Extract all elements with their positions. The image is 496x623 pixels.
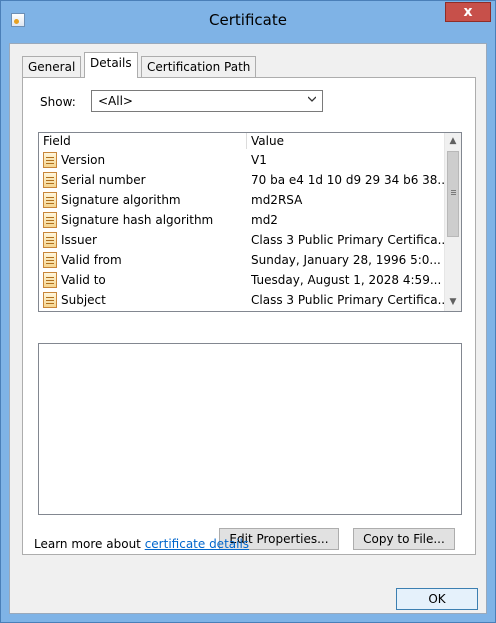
field-detail-textbox[interactable]: [38, 343, 462, 515]
field-name: Valid to: [61, 273, 106, 287]
field-document-icon: [43, 232, 57, 248]
scroll-thumb[interactable]: [447, 151, 459, 237]
field-value: Sunday, January 28, 1996 5:0...: [251, 253, 441, 267]
field-document-icon: [43, 272, 57, 288]
field-value: Class 3 Public Primary Certifica...: [251, 293, 445, 307]
column-header-value[interactable]: Value: [251, 134, 441, 149]
field-document-icon: [43, 172, 57, 188]
dialog-client-area: General Details Certification Path Show:…: [9, 43, 487, 614]
show-label: Show:: [40, 95, 76, 109]
field-value: md2RSA: [251, 193, 303, 207]
field-document-icon: [43, 152, 57, 168]
certificate-window: Certificate x General Details Certificat…: [0, 0, 496, 623]
chevron-down-icon: [308, 96, 316, 102]
field-document-icon: [43, 212, 57, 228]
field-value: Tuesday, August 1, 2028 4:59...: [251, 273, 442, 287]
field-name: Issuer: [61, 233, 97, 247]
field-document-icon: [43, 192, 57, 208]
field-document-icon: [43, 252, 57, 268]
field-value: Class 3 Public Primary Certifica...: [251, 233, 445, 247]
list-item[interactable]: Valid from Sunday, January 28, 1996 5:0.…: [39, 250, 446, 270]
list-item[interactable]: Serial number 70 ba e4 1d 10 d9 29 34 b6…: [39, 170, 446, 190]
certificate-details-link[interactable]: certificate details: [145, 537, 249, 551]
field-document-icon: [43, 292, 57, 308]
list-item[interactable]: Signature hash algorithm md2: [39, 210, 446, 230]
vertical-scrollbar[interactable]: ▲ ▼: [444, 133, 461, 311]
list-header: Field Value: [39, 133, 446, 149]
tab-general[interactable]: General: [22, 56, 82, 77]
field-name: Valid from: [61, 253, 122, 267]
details-panel: Show: <All> Field Value Version V1 Seria…: [22, 77, 476, 555]
column-header-field[interactable]: Field: [43, 134, 243, 149]
learn-more-prefix: Learn more about: [34, 537, 145, 551]
scroll-down-icon[interactable]: ▼: [445, 294, 461, 311]
field-name: Version: [61, 153, 106, 167]
fields-listview[interactable]: Field Value Version V1 Serial number 70 …: [38, 132, 462, 312]
title-bar[interactable]: Certificate x: [1, 1, 495, 43]
grip-icon: [451, 190, 456, 191]
field-value: md2: [251, 213, 278, 227]
field-name: Serial number: [61, 173, 146, 187]
column-divider[interactable]: [246, 133, 247, 149]
list-item[interactable]: Signature algorithm md2RSA: [39, 190, 446, 210]
field-name: Signature algorithm: [61, 193, 181, 207]
list-item[interactable]: Subject Class 3 Public Primary Certifica…: [39, 290, 446, 310]
scroll-up-icon[interactable]: ▲: [445, 133, 461, 150]
list-item[interactable]: Version V1: [39, 150, 446, 170]
window-title: Certificate: [209, 11, 287, 29]
field-value: 70 ba e4 1d 10 d9 29 34 b6 38...: [251, 173, 445, 187]
close-button[interactable]: x: [445, 2, 491, 22]
show-selected-value: <All>: [98, 94, 133, 108]
copy-to-file-button[interactable]: Copy to File...: [353, 528, 455, 550]
field-value: V1: [251, 153, 267, 167]
show-dropdown[interactable]: <All>: [91, 90, 323, 112]
ok-button[interactable]: OK: [396, 588, 478, 610]
list-item[interactable]: Issuer Class 3 Public Primary Certifica.…: [39, 230, 446, 250]
field-name: Subject: [61, 293, 106, 307]
list-item[interactable]: Valid to Tuesday, August 1, 2028 4:59...: [39, 270, 446, 290]
list-rows: Version V1 Serial number 70 ba e4 1d 10 …: [39, 150, 446, 310]
tab-certification-path[interactable]: Certification Path: [141, 56, 257, 77]
tab-details[interactable]: Details: [84, 52, 138, 78]
learn-more-text: Learn more about certificate details: [34, 537, 249, 551]
field-name: Signature hash algorithm: [61, 213, 214, 227]
